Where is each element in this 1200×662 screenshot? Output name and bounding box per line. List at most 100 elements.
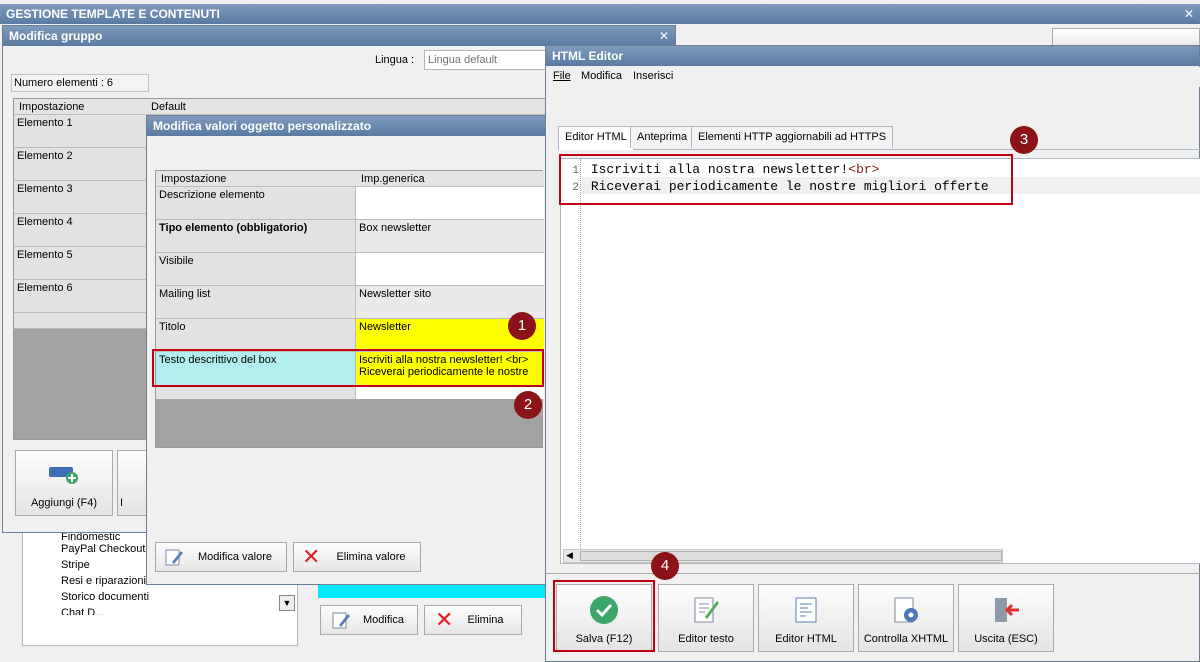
annotation-box-save <box>553 580 655 652</box>
menu-file[interactable]: File <box>553 70 571 82</box>
table-row[interactable]: Elemento 5 <box>14 247 150 280</box>
code-editor[interactable]: 1 Iscriviti alla nostra newsletter!<br> … <box>560 158 1200 564</box>
table-row[interactable]: Visibile <box>156 253 544 286</box>
elimina-valore-label: Elimina valore <box>336 551 406 563</box>
row-label: Visibile <box>156 253 356 286</box>
modifica-valore-label: Modifica valore <box>198 551 272 563</box>
dropdown-arrow-icon[interactable]: ▼ <box>279 595 295 611</box>
html-document-icon <box>791 595 821 628</box>
modifica-valore-button[interactable]: Modifica valore <box>155 542 287 572</box>
table-row[interactable]: Elemento 6 <box>14 280 150 313</box>
table-row[interactable]: Descrizione elemento <box>156 187 544 220</box>
editor-testo-button[interactable]: Editor testo <box>658 584 754 652</box>
lingua-input[interactable] <box>424 50 548 70</box>
menu-modifica[interactable]: Modifica <box>581 70 622 82</box>
tab-editor-html[interactable]: Editor HTML <box>558 126 634 150</box>
group-close-icon[interactable]: ✕ <box>659 26 669 46</box>
table-row[interactable]: Elemento 2 <box>14 148 150 181</box>
row-label: Elemento 6 <box>17 282 73 294</box>
controlla-xhtml-label: Controlla XHTML <box>863 633 949 645</box>
row-label: Elemento 1 <box>17 117 73 129</box>
row-label: Titolo <box>156 319 356 352</box>
table-row[interactable]: Elemento 4 <box>14 214 150 247</box>
scroll-thumb[interactable] <box>580 551 1002 561</box>
row-label: Elemento 2 <box>17 150 73 162</box>
props-titlebar: Modifica valori oggetto personalizzato <box>147 116 545 136</box>
table-row[interactable]: Elemento 1 <box>14 115 150 148</box>
tab-elementi-https[interactable]: Elementi HTTP aggiornabili ad HTTPS <box>691 126 894 148</box>
settings-document-icon <box>891 595 921 628</box>
element-count: Numero elementi : 6 <box>11 74 149 92</box>
annotation-badge: 3 <box>1010 126 1038 154</box>
list-item[interactable]: Resi e riparazioni <box>61 575 146 587</box>
delete-x-icon: ✕ <box>435 607 454 632</box>
props-title: Modifica valori oggetto personalizzato <box>153 119 372 133</box>
list-item[interactable]: Stripe <box>61 559 90 571</box>
table-row[interactable]: Mailing list Newsletter sito <box>156 286 544 319</box>
main-close-icon[interactable]: ✕ <box>1184 4 1194 24</box>
exit-button-label: Uscita (ESC) <box>974 633 1038 645</box>
row-label: Descrizione elemento <box>156 187 356 220</box>
exit-door-icon <box>991 595 1021 628</box>
add-button-label: Aggiungi (F4) <box>30 497 98 509</box>
exit-button[interactable]: Uscita (ESC) <box>958 584 1054 652</box>
editor-html-label: Editor HTML <box>775 633 837 645</box>
annotation-badge: 4 <box>651 552 679 580</box>
list-item[interactable]: PayPal Checkout <box>61 543 145 555</box>
elimina-button[interactable]: ✕ Elimina <box>424 605 522 635</box>
annotation-box-props-row <box>152 349 544 387</box>
table-row[interactable]: Tipo elemento (obbligatorio) Box newslet… <box>156 220 544 253</box>
horizontal-scrollbar[interactable]: ◀ <box>563 549 1003 563</box>
edit-icon <box>331 610 351 630</box>
row-label: Tipo elemento (obbligatorio) <box>156 220 356 253</box>
group-titlebar: Modifica gruppo ✕ <box>3 26 675 46</box>
col-default: Default <box>151 101 186 113</box>
list-item[interactable]: Chat D... <box>61 607 104 615</box>
table-row <box>14 313 150 329</box>
row-label: Elemento 5 <box>17 249 73 261</box>
editor-title: HTML Editor <box>552 49 624 63</box>
html-editor-window: HTML Editor File Modifica Inserisci Edit… <box>545 45 1200 662</box>
line-gutter <box>561 159 581 553</box>
add-element-icon <box>47 461 81 490</box>
main-title: GESTIONE TEMPLATE E CONTENUTI <box>6 7 220 21</box>
list-item[interactable]: Storico documenti <box>61 591 149 603</box>
props-grid-header: Impostazione Imp.generica <box>156 171 544 187</box>
group-grid-header: Impostazione Default <box>14 99 554 115</box>
delete-x-icon: ✕ <box>302 544 321 569</box>
editor-bottom-divider <box>546 573 1200 574</box>
scroll-left-icon[interactable]: ◀ <box>566 550 573 561</box>
col-imp-generica: Imp.generica <box>361 173 425 185</box>
table-row <box>156 386 544 399</box>
main-titlebar: GESTIONE TEMPLATE E CONTENUTI ✕ <box>0 4 1200 24</box>
editor-testo-label: Editor testo <box>678 633 734 645</box>
editor-html-button[interactable]: Editor HTML <box>758 584 854 652</box>
lingua-label: Lingua : <box>375 54 415 66</box>
editor-tabs: Editor HTML Anteprima Elementi HTTP aggi… <box>558 126 1200 150</box>
props-grid: Impostazione Imp.generica Descrizione el… <box>155 170 544 448</box>
modifica-label: Modifica <box>363 614 404 626</box>
annotation-badge: 1 <box>508 312 536 340</box>
group-title: Modifica gruppo <box>9 29 103 43</box>
tab-anteprima[interactable]: Anteprima <box>630 126 695 148</box>
elimina-valore-button[interactable]: ✕ Elimina valore <box>293 542 421 572</box>
editor-menubar: File Modifica Inserisci <box>546 67 1200 87</box>
modifica-button[interactable]: Modifica <box>320 605 418 635</box>
add-button[interactable]: Aggiungi (F4) <box>15 450 113 516</box>
annotation-box-code <box>559 154 1013 205</box>
table-row[interactable]: Elemento 3 <box>14 181 150 214</box>
row-value[interactable] <box>356 187 544 220</box>
row-label: Elemento 4 <box>17 216 73 228</box>
edit-icon <box>164 547 184 567</box>
annotation-badge: 2 <box>514 391 542 419</box>
row-label: Elemento 3 <box>17 183 73 195</box>
row-value[interactable]: Box newsletter <box>356 220 544 253</box>
controlla-xhtml-button[interactable]: Controlla XHTML <box>858 584 954 652</box>
col-impostazione: Impostazione <box>19 101 85 113</box>
menu-inserisci[interactable]: Inserisci <box>633 70 673 82</box>
table-row[interactable]: Titolo Newsletter <box>156 319 544 352</box>
text-edit-icon <box>691 595 721 628</box>
elimina-label: Elimina <box>467 614 504 626</box>
editor-titlebar: HTML Editor <box>546 46 1199 66</box>
row-value[interactable] <box>356 253 544 286</box>
